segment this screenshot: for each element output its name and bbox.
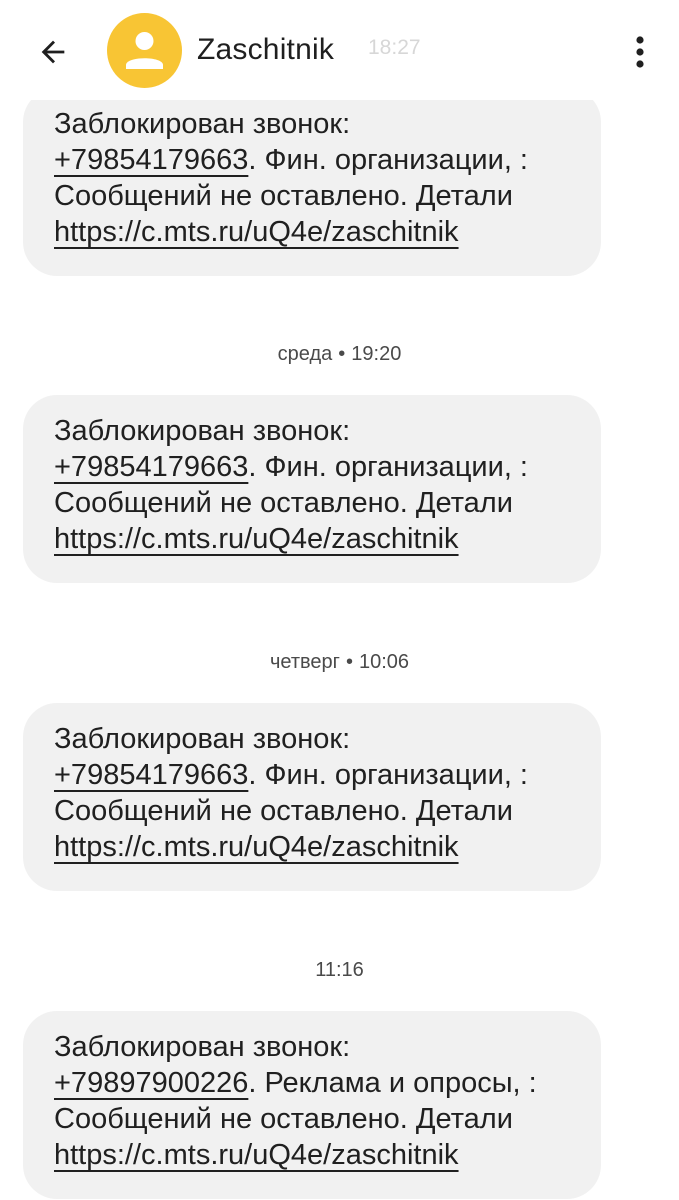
- details-link[interactable]: https://c.mts.ru/uQ4e/zaschitnik: [54, 1139, 459, 1171]
- message-text: Заблокирован звонок:: [54, 723, 351, 755]
- message-text: . Фин. организации, :: [248, 451, 528, 483]
- message-text: Сообщений не оставлено. Детали: [54, 180, 513, 212]
- avatar[interactable]: [107, 13, 182, 88]
- message-line: Сообщений не оставлено. Детали: [54, 485, 601, 521]
- app-bar: 18:27 Zaschitnik: [0, 0, 679, 100]
- details-link[interactable]: https://c.mts.ru/uQ4e/zaschitnik: [54, 216, 459, 248]
- message-line: Заблокирован звонок:: [54, 1029, 601, 1065]
- message-thread[interactable]: Заблокирован звонок: +79854179663. Фин. …: [0, 0, 679, 1200]
- message-text: . Фин. организации, :: [248, 144, 528, 176]
- person-icon: [126, 32, 163, 69]
- message-line: +79854179663. Фин. организации, :: [54, 757, 601, 793]
- date-stamp: 11:16: [0, 957, 679, 983]
- message-line: Сообщений не оставлено. Детали: [54, 178, 601, 214]
- more-vert-icon: [636, 36, 644, 68]
- message-line: https://c.mts.ru/uQ4e/zaschitnik: [54, 521, 601, 557]
- message-text: . Реклама и опросы, :: [248, 1067, 537, 1099]
- message-bubble[interactable]: Заблокирован звонок: +79854179663. Фин. …: [23, 88, 601, 276]
- contact-name[interactable]: Zaschitnik: [197, 30, 334, 70]
- message-line: Заблокирован звонок:: [54, 721, 601, 757]
- message-line: Заблокирован звонок:: [54, 106, 601, 142]
- message-line: Сообщений не оставлено. Детали: [54, 793, 601, 829]
- stamp-day: среда: [277, 343, 333, 365]
- stamp-separator: •: [338, 343, 346, 365]
- details-link[interactable]: https://c.mts.ru/uQ4e/zaschitnik: [54, 523, 459, 555]
- date-stamp: четверг • 10:06: [0, 649, 679, 675]
- date-stamp: среда • 19:20: [0, 341, 679, 367]
- message-line: Сообщений не оставлено. Детали: [54, 1101, 601, 1137]
- message-text: Сообщений не оставлено. Детали: [54, 795, 513, 827]
- message-text: Заблокирован звонок:: [54, 108, 351, 140]
- stamp-separator: •: [345, 651, 353, 673]
- phone-link[interactable]: +79854179663: [54, 144, 248, 176]
- details-link[interactable]: https://c.mts.ru/uQ4e/zaschitnik: [54, 831, 459, 863]
- message-text: Сообщений не оставлено. Детали: [54, 1103, 513, 1135]
- phone-link[interactable]: +79854179663: [54, 451, 248, 483]
- message-bubble[interactable]: Заблокирован звонок: +79854179663. Фин. …: [23, 703, 601, 891]
- message-line: +79854179663. Фин. организации, :: [54, 142, 601, 178]
- back-button[interactable]: [18, 20, 88, 84]
- message-bubble[interactable]: Заблокирован звонок: +79897900226. Рекла…: [23, 1011, 601, 1199]
- message-line: +79854179663. Фин. организации, :: [54, 449, 601, 485]
- stamp-time: 10:06: [358, 651, 410, 673]
- message-line: https://c.mts.ru/uQ4e/zaschitnik: [54, 1137, 601, 1173]
- stamp-time: 11:16: [315, 959, 364, 981]
- message-line: +79897900226. Реклама и опросы, :: [54, 1065, 601, 1101]
- stamp-day: четверг: [269, 651, 340, 673]
- message-text: Заблокирован звонок:: [54, 1031, 351, 1063]
- message-text: Сообщений не оставлено. Детали: [54, 487, 513, 519]
- more-options-button[interactable]: [618, 26, 662, 78]
- phone-link[interactable]: +79854179663: [54, 759, 248, 791]
- message-text: Заблокирован звонок:: [54, 415, 351, 447]
- faded-timestamp: 18:27: [368, 36, 421, 59]
- arrow-left-icon: [41, 40, 65, 64]
- stamp-time: 19:20: [351, 343, 402, 365]
- message-line: https://c.mts.ru/uQ4e/zaschitnik: [54, 829, 601, 865]
- message-text: . Фин. организации, :: [248, 759, 528, 791]
- message-line: Заблокирован звонок:: [54, 413, 601, 449]
- phone-link[interactable]: +79897900226: [54, 1067, 248, 1099]
- message-bubble[interactable]: Заблокирован звонок: +79854179663. Фин. …: [23, 395, 601, 583]
- message-line: https://c.mts.ru/uQ4e/zaschitnik: [54, 214, 601, 250]
